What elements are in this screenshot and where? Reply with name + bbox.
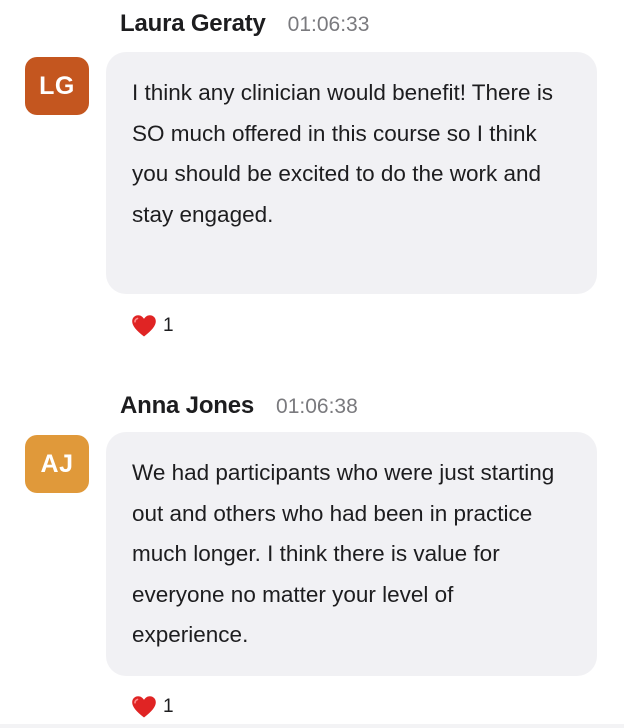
avatar[interactable]: AJ xyxy=(25,435,89,493)
reaction-count: 1 xyxy=(163,315,174,336)
message-text: I think any clinician would benefit! The… xyxy=(132,80,554,227)
heart-icon xyxy=(132,315,156,337)
author-name[interactable]: Laura Geraty xyxy=(120,10,266,38)
message-text: We had participants who were just starti… xyxy=(132,460,555,647)
heart-icon xyxy=(132,696,156,718)
reaction-button[interactable]: 1 xyxy=(131,695,174,719)
message-bubble: We had participants who were just starti… xyxy=(106,432,597,676)
message-bubble: I think any clinician would benefit! The… xyxy=(106,52,597,294)
reaction-count: 1 xyxy=(163,696,174,717)
reaction-button[interactable]: 1 xyxy=(131,314,174,338)
message-timestamp: 01:06:38 xyxy=(276,395,358,418)
chat-thread: Laura Geraty 01:06:33 LG I think any cli… xyxy=(0,0,624,728)
message-header: Anna Jones 01:06:38 xyxy=(120,392,358,420)
avatar[interactable]: LG xyxy=(25,57,89,115)
message-header: Laura Geraty 01:06:33 xyxy=(120,10,369,38)
divider xyxy=(0,724,624,728)
author-name[interactable]: Anna Jones xyxy=(120,392,254,420)
message-timestamp: 01:06:33 xyxy=(287,13,370,36)
